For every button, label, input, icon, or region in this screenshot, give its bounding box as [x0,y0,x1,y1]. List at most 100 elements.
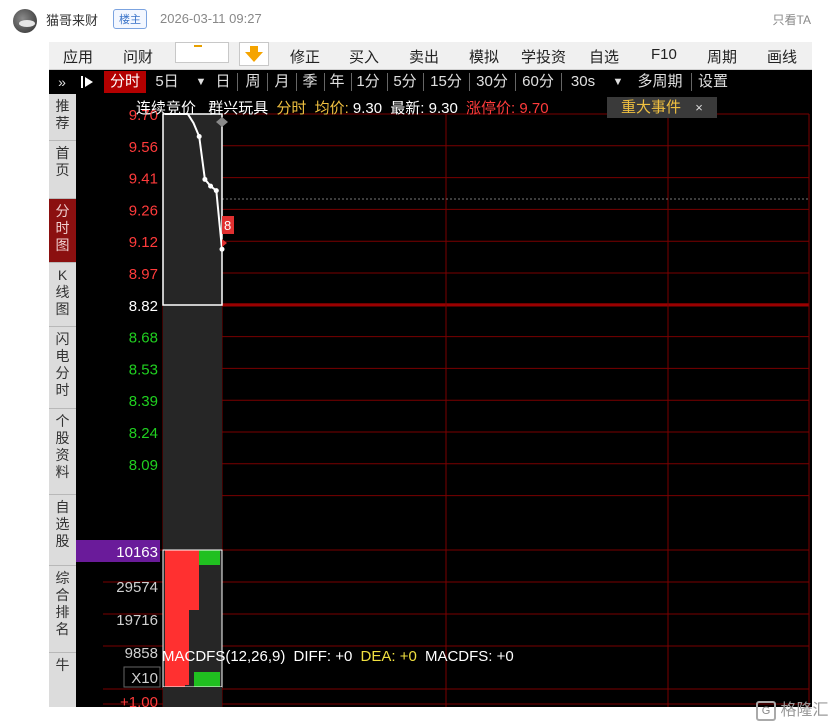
tab-multi-period[interactable]: 多周期 [631,71,689,93]
price-axis-label: 9.56 [129,139,158,156]
divider [423,73,424,91]
price-axis-label: 8.09 [129,457,158,474]
menu-watchlist[interactable]: 自选 [589,46,619,67]
tab-30s[interactable]: 30s [565,71,601,93]
author-name[interactable]: 猫哥来财 [46,10,98,29]
down-arrow-icon [245,46,263,62]
macdfs-value: +0 [496,648,514,665]
avg-value: 9.30 [352,100,383,117]
sidebar-item-watchlist[interactable]: 自选股 [49,495,76,566]
volume-bar [199,550,220,565]
menu-draw[interactable]: 画线 [767,46,797,67]
pin-icon[interactable] [79,71,101,93]
stock-name[interactable]: 群兴玩具 [208,100,268,117]
menu-sell[interactable]: 卖出 [409,46,439,67]
tab-30min[interactable]: 30分 [471,71,513,93]
divider [469,73,470,91]
sidebar-item-profile[interactable]: 个股资料 [49,409,76,495]
volume-bar [165,674,185,687]
chevron-down-icon[interactable]: ▼ [195,71,207,93]
menu-wencai[interactable]: 问财 [123,46,153,67]
avatar[interactable] [13,9,37,33]
price-axis-label: 8.82 [129,298,158,315]
watermark: G 格隆汇 [756,696,828,721]
diff-value: +0 [335,648,353,665]
tab-5day[interactable]: 5日 [150,71,184,93]
diff-label: DIFF: [293,648,332,665]
left-sidebar: 推荐 首页 分时图 K线图 闪电分时 个股资料 自选股 综合排名 牛 [49,94,76,707]
divider [515,73,516,91]
only-ta-link[interactable]: 只看TA [773,11,811,28]
view-mode: 分时 [276,100,307,117]
macdfs-label: MACDFS: [424,648,493,665]
tab-day[interactable]: 日 [211,71,235,93]
menu-period[interactable]: 周期 [707,46,737,67]
tab-season[interactable]: 季 [298,71,322,93]
volume-axis-label: 9858 [125,645,158,662]
major-event-button[interactable]: 重大事件 × [607,97,717,118]
menu-correct[interactable]: 修正 [290,46,320,67]
latest-value: 9.30 [428,100,458,117]
post-time: 2026-03-11 09:27 [160,11,262,26]
tab-year[interactable]: 年 [325,71,349,93]
collapse-icon[interactable]: » [53,71,71,93]
tab-60min[interactable]: 60分 [517,71,559,93]
sidebar-item-timeshare[interactable]: 分时图 [49,199,76,263]
price-axis-label: 9.12 [129,234,158,251]
trade-mode: 连续竞价 [136,100,197,117]
menu-f10[interactable]: F10 [651,46,677,63]
price-axis-label: 8.39 [129,393,158,410]
divider [561,73,562,91]
sidebar-item-home[interactable]: 首页 [49,141,76,199]
sidebar-item-ranking[interactable]: 综合排名 [49,566,76,653]
top-menu-bar: 应用 问财 修正 买入 卖出 模拟 学投资 自选 F10 周期 画线 [49,42,812,70]
sidebar-item-flash[interactable]: 闪电分时 [49,327,76,409]
logo-icon: G [756,700,776,721]
limit-value: 9.70 [519,100,549,117]
menu-blank-button[interactable] [175,42,229,63]
tab-settings[interactable]: 设置 [693,71,733,93]
divider [691,73,692,91]
volume-scale-label: X10 [131,670,158,687]
tab-week[interactable]: 周 [241,71,265,93]
divider [267,73,268,91]
menu-simulate[interactable]: 模拟 [469,46,499,67]
sidebar-item-kline[interactable]: K线图 [49,263,76,327]
sidebar-item-recommend[interactable]: 推荐 [49,94,76,141]
macd-gap [163,687,222,707]
period-tab-bar: » 分时 5日 ▼ 日 周 月 季 年 1分 5分 15分 30分 60分 30… [49,70,812,94]
stock-app-screenshot: 应用 问财 修正 买入 卖出 模拟 学投资 自选 F10 周期 画线 » 分时 … [49,42,812,707]
tab-month[interactable]: 月 [270,71,294,93]
pin-arrow-icon [81,76,93,88]
price-point [202,176,208,182]
close-icon[interactable]: × [695,100,703,115]
price-point [213,188,219,194]
post-header: 猫哥来财 楼主 2026-03-11 09:27 只看TA [0,0,835,42]
price-axis-label: 8.97 [129,266,158,283]
menu-apps[interactable]: 应用 [63,46,93,67]
divider [237,73,238,91]
chevron-down-icon[interactable]: ▼ [612,71,624,93]
tab-15min[interactable]: 15分 [425,71,467,93]
timeshare-chart[interactable]: 8 9.70 9.56 9.41 9.26 9.12 8.97 8.82 8.68 8.53 8.… [76,94,812,707]
price-axis-label: 8.68 [129,330,158,347]
arrow-icon [194,45,202,50]
avg-label: 均价: [314,100,349,117]
menu-buy[interactable]: 买入 [349,46,379,67]
macd-name: MACDFS(12,26,9) [162,648,286,665]
volume-bar [194,672,220,687]
chart-grid [103,113,810,707]
volume-axis-label: 19716 [116,612,158,629]
price-axis-label: 9.41 [129,171,158,188]
download-button[interactable] [239,42,269,66]
tab-1min[interactable]: 1分 [351,71,385,93]
limit-label: 涨停价: [466,100,516,117]
menu-learn[interactable]: 学投资 [521,46,566,67]
event-label: 重大事件 [621,99,682,116]
tab-timeshare[interactable]: 分时 [104,71,146,93]
current-volume-label: 10163 [116,544,158,561]
volume-axis-label: 29574 [116,579,158,596]
price-point [219,246,225,252]
tab-5min[interactable]: 5分 [388,71,422,93]
sidebar-item-more[interactable]: 牛 [49,653,76,707]
